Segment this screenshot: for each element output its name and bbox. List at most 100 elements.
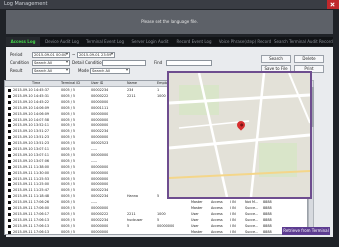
table-cell: 2015-09-11 17:06:17 [13,211,50,216]
table-cell: 00000000 [91,176,109,181]
tab-record-event-log[interactable]: Record Event Log [174,37,214,46]
table-row[interactable]: 2015-09-11 17:06:26 0005 / 5 ----- Master Ac… [5,200,307,205]
table-cell: Succe... [245,206,259,210]
find-label: Find [154,60,163,65]
tab-voice-phrase-record[interactable]: Voice Phrase(step) Record [218,37,272,46]
table-cell: Access [211,229,223,234]
table-cell: 2211 [127,211,136,216]
table-row[interactable]: 2015-09-11 17:06:00 0005 / 5 00000000 Maste… [5,206,307,211]
table-cell: User [191,217,199,222]
table-cell: 5 [157,217,160,222]
table-cell: 00002234 [91,194,109,199]
row-status-icon [8,218,11,222]
table-cell: Succe... [245,217,259,222]
table-cell: 2015-09-10 13:51:27 [13,129,50,134]
tab-server-login-audit[interactable]: Server Login Audit [129,37,171,46]
close-icon[interactable] [327,0,339,9]
log-management-window: Log Management Please set the language f… [0,0,339,247]
table-row[interactable]: 2015-09-11 17:06:13 0005 / 5 00002234 hucbu… [5,217,307,223]
table-cell: 0005 / 5 [61,170,76,175]
delete-button[interactable]: Delete [294,55,324,63]
table-cell: Master [191,206,203,210]
tab-terminal-event-log[interactable]: Terminal Event Log [84,37,126,46]
column-header[interactable]: Name [127,81,137,86]
detail-condition-input[interactable] [102,60,146,66]
condition-select[interactable]: Search All [32,60,70,66]
table-cell: Access [211,206,223,210]
table-cell: 2015-09-11 11:25:47 [13,188,50,193]
table-cell: Access [211,223,223,228]
table-cell: 0005 / 5 [61,88,76,92]
row-status-icon [8,153,11,157]
window-title: Log Management [4,1,48,7]
table-row[interactable]: 2015-09-11 17:06:13 0005 / 5 00000000 5 0000… [5,223,307,229]
column-header[interactable]: Time [32,81,40,86]
retrieve-from-terminal-button[interactable]: Retrieve from Terminal [282,227,330,235]
table-cell: 2015-09-11 11:25:53 [13,176,50,181]
table-cell: 00002523 [91,141,109,146]
table-cell: 0005 / 5 [61,93,76,98]
period-from-picker[interactable]: 2015-09-01 00:00 [32,52,70,58]
table-cell: 0005 / 5 [61,158,76,163]
find-input[interactable] [166,60,212,66]
row-status-icon [8,106,11,110]
tab-access-log[interactable]: Access Log [6,37,40,46]
row-status-icon [8,165,11,169]
tab-search-terminal-audit[interactable]: Search Terminal Audit Record [274,37,333,46]
row-status-icon [8,177,11,181]
row-status-icon [8,224,11,228]
table-cell: 8888 [263,206,272,210]
map-roads [169,73,310,197]
column-header[interactable]: User ID [91,81,103,86]
table-cell: 00002234 [91,188,109,193]
table-cell: 2015-09-11 11:38:00 [13,164,50,169]
table-cell: 0005 / 5 [61,164,76,169]
table-cell: 2015-09-10 14:06:09 [13,111,50,116]
mode-label: Mode [78,68,89,73]
table-cell: 8888 [263,229,272,234]
table-row[interactable]: 2015-09-11 17:06:17 0005 / 5 00000222 2211 1… [5,211,307,217]
table-cell: 00002234 [91,129,109,134]
table-cell: Access [211,217,223,222]
table-cell: 00000222 [91,93,109,98]
detail-condition-label: Detail Condition [72,60,105,65]
title-bar: Log Management [0,0,339,9]
table-cell: I IN [230,211,236,216]
table-cell: 00000000 [157,223,175,228]
row-status-icon [8,171,11,175]
result-select[interactable]: Search All [32,68,70,74]
row-status-icon [8,100,11,104]
table-cell: 2211 [127,93,136,98]
table-cell: 00000000 [91,170,109,175]
search-button[interactable]: Search [261,55,291,63]
language-banner: Please set the language file. [6,10,333,34]
table-cell: 0005 / 5 [61,182,76,187]
table-cell: hucbuser [127,217,143,222]
table-cell: 8888 [263,223,272,228]
table-cell: 2015-09-11 17:06:13 [13,223,50,228]
table-cell: 8888 [263,200,272,205]
table-cell: 0005 / 5 [61,111,76,116]
mode-select[interactable]: Search All [90,68,130,74]
table-cell: I IN [230,229,236,234]
table-row[interactable]: 2015-09-11 17:06:13 0005 / 5 00000000 Maste… [5,229,307,234]
column-header[interactable]: Terminal ID [61,81,80,86]
table-cell: 2015-09-10 13:07:11 [13,147,50,151]
table-cell: 2015-09-10 13:52:11 [13,123,50,128]
period-to-picker[interactable]: 2015-09-01 23:59 [77,52,115,58]
table-cell: Succe... [245,229,259,234]
row-status-icon [8,195,11,199]
table-cell: 2015-09-11 11:30:00 [13,170,50,175]
table-cell: 00000000 [91,164,109,169]
table-cell: User [191,211,199,216]
table-cell: I IN [230,206,236,210]
table-cell: Succe... [245,223,259,228]
table-cell: User [191,223,199,228]
table-cell: 0005 / 5 [61,188,76,193]
table-cell: 2015-09-11 17:06:00 [13,206,50,210]
row-status-icon [8,201,11,205]
tab-device-audit-log[interactable]: Device Audit Log [43,37,81,46]
table-cell: 1 [157,88,160,92]
row-status-icon [8,230,11,234]
map-popup[interactable] [167,71,312,199]
